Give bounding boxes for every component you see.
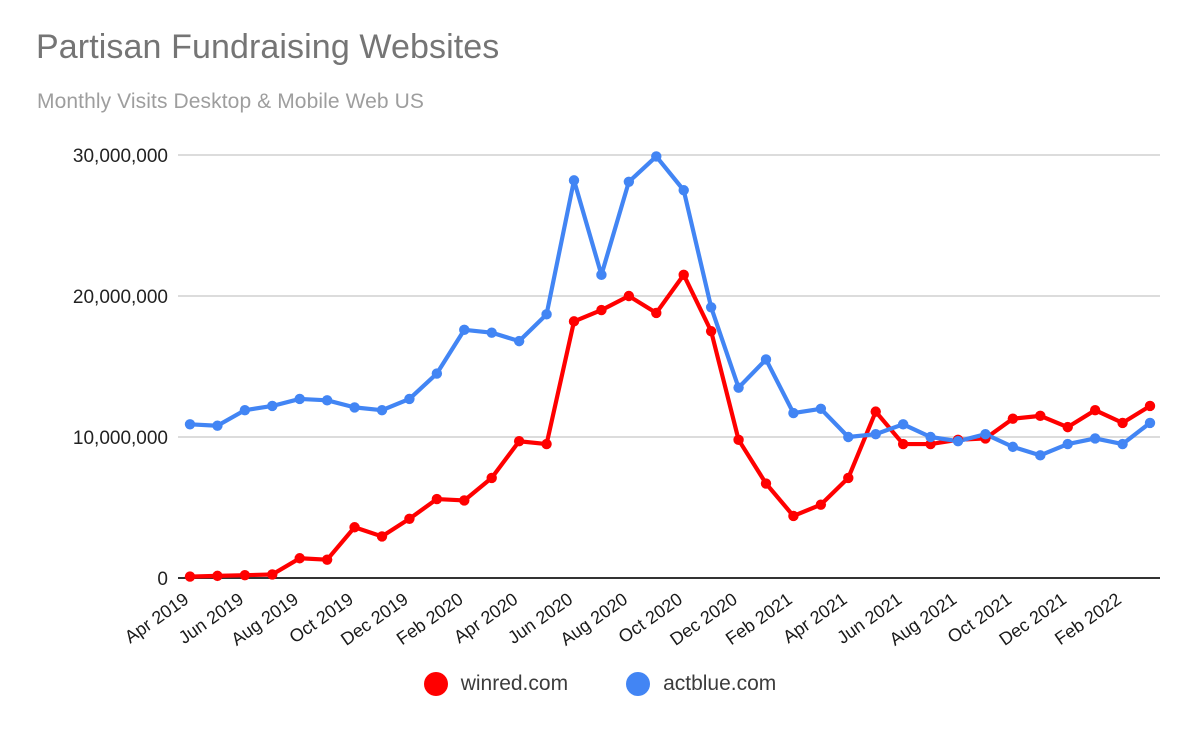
y-axis-tick-label: 30,000,000	[73, 146, 168, 167]
data-point[interactable]	[1144, 417, 1156, 429]
data-point[interactable]	[459, 495, 470, 506]
data-point[interactable]	[541, 309, 552, 320]
data-point[interactable]	[870, 406, 881, 417]
data-point[interactable]	[897, 438, 909, 450]
series-points	[184, 151, 1156, 582]
data-point[interactable]	[1007, 441, 1019, 453]
data-point[interactable]	[705, 326, 717, 337]
data-point[interactable]	[1144, 400, 1156, 412]
series-line-winred-com	[187, 272, 1153, 579]
line-chart-svg: 0 10,000,000 20,000,000 30,000,000 Apr 2019…	[73, 146, 1160, 650]
data-point[interactable]	[705, 302, 717, 313]
x-axis-tick-labels: Apr 2019Jun 2019Aug 2019Oct 2019Dec 2019…	[121, 589, 1125, 650]
data-point[interactable]	[843, 431, 854, 443]
y-axis-tick-label: 10,000,000	[73, 428, 168, 449]
data-point[interactable]	[376, 405, 388, 416]
data-point[interactable]	[184, 419, 196, 430]
legend-item[interactable]: winred.com	[423, 672, 569, 696]
chart-card: Partisan Fundraising Websites Monthly Vi…	[0, 0, 1200, 742]
legend-label: actblue.com	[663, 672, 777, 695]
data-point[interactable]	[651, 307, 662, 319]
data-point[interactable]	[623, 176, 635, 187]
legend-swatch-winred	[423, 672, 448, 696]
data-point[interactable]	[788, 407, 799, 419]
data-point[interactable]	[596, 304, 607, 316]
data-point[interactable]	[568, 175, 580, 186]
data-point[interactable]	[1035, 450, 1046, 461]
data-point[interactable]	[294, 393, 305, 405]
data-point[interactable]	[980, 428, 991, 440]
data-point[interactable]	[513, 436, 525, 447]
data-point[interactable]	[404, 513, 415, 524]
y-axis-tick-label: 0	[157, 569, 168, 590]
data-point[interactable]	[1089, 405, 1101, 416]
data-point[interactable]	[212, 420, 223, 431]
data-point[interactable]	[952, 436, 964, 447]
y-axis-tick-labels: 0 10,000,000 20,000,000 30,000,000	[73, 146, 168, 590]
data-point[interactable]	[349, 522, 360, 533]
data-point[interactable]	[431, 368, 443, 379]
gridlines	[178, 154, 1160, 579]
data-point[interactable]	[815, 403, 827, 414]
series-line-actblue-com	[187, 154, 1153, 458]
data-point[interactable]	[596, 269, 607, 281]
legend-item[interactable]: actblue.com	[626, 672, 776, 696]
data-point[interactable]	[1089, 433, 1101, 444]
chart-legend: winred.com actblue.com	[0, 672, 1200, 696]
legend-swatch-actblue	[626, 672, 651, 696]
data-point[interactable]	[184, 571, 196, 582]
data-point[interactable]	[513, 335, 525, 347]
data-point[interactable]	[870, 428, 881, 440]
data-point[interactable]	[1117, 417, 1128, 429]
data-point[interactable]	[1035, 410, 1046, 422]
data-point[interactable]	[623, 290, 635, 302]
data-point[interactable]	[925, 431, 936, 443]
data-point[interactable]	[760, 478, 772, 489]
data-point[interactable]	[459, 324, 470, 336]
data-point[interactable]	[239, 405, 251, 416]
data-point[interactable]	[760, 354, 772, 365]
data-point[interactable]	[733, 434, 744, 446]
data-point[interactable]	[788, 510, 799, 522]
y-axis-tick-label: 20,000,000	[73, 287, 168, 308]
data-point[interactable]	[733, 382, 744, 393]
data-point[interactable]	[1007, 413, 1019, 424]
data-point[interactable]	[678, 269, 689, 281]
data-point[interactable]	[267, 569, 278, 580]
data-point[interactable]	[212, 570, 223, 582]
data-point[interactable]	[541, 438, 552, 450]
data-point[interactable]	[1062, 438, 1073, 450]
data-point[interactable]	[651, 151, 662, 162]
data-point[interactable]	[321, 395, 333, 406]
data-point[interactable]	[843, 472, 854, 484]
data-point[interactable]	[349, 402, 360, 413]
data-point[interactable]	[1062, 421, 1073, 433]
data-point[interactable]	[321, 554, 333, 565]
data-point[interactable]	[486, 327, 497, 338]
data-point[interactable]	[294, 553, 305, 564]
series-lines	[187, 154, 1153, 579]
data-point[interactable]	[239, 569, 251, 581]
data-point[interactable]	[678, 185, 689, 196]
legend-label: winred.com	[460, 672, 569, 695]
data-point[interactable]	[486, 472, 497, 484]
data-point[interactable]	[897, 419, 909, 430]
data-point[interactable]	[431, 493, 443, 505]
plot-area: 0 10,000,000 20,000,000 30,000,000 Apr 2019…	[0, 0, 1200, 742]
data-point[interactable]	[376, 531, 388, 542]
data-point[interactable]	[267, 400, 278, 412]
data-point[interactable]	[404, 393, 415, 405]
data-point[interactable]	[568, 316, 580, 327]
data-point[interactable]	[1117, 438, 1128, 450]
data-point[interactable]	[815, 499, 827, 510]
